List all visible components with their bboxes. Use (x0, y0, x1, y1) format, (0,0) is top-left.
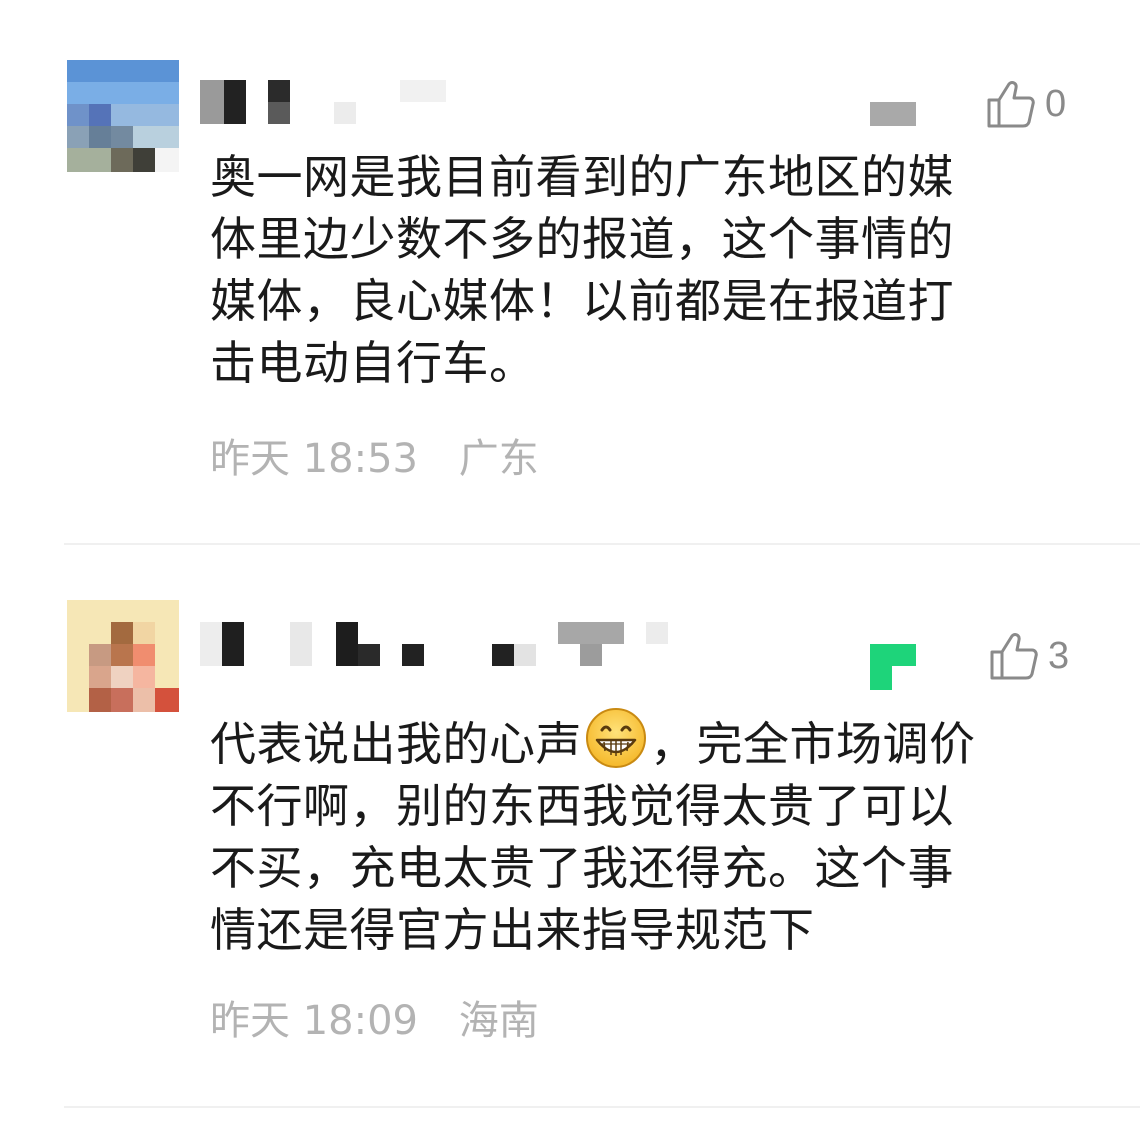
comment-line: 情还是得官方出来指导规范下 (210, 903, 815, 957)
like-count: 0 (1045, 82, 1067, 125)
comment-meta: 昨天 18:09 海南 (210, 988, 539, 1046)
avatar[interactable] (67, 600, 179, 712)
grinning-face-emoji-icon (586, 708, 646, 768)
comment-line: 体里边少数不多的报道，这个事情的 (210, 212, 954, 266)
badge-mosaic (870, 102, 916, 126)
comment-line: 代表说出我的心声 ，完全市场调价 (210, 706, 1070, 775)
comment-location: 广东 (458, 436, 539, 482)
like-button[interactable]: 0 (985, 76, 1066, 132)
divider (64, 543, 1140, 545)
comment-text-after-emoji: ，完全市场调价 (650, 717, 976, 771)
like-button[interactable]: 3 (988, 628, 1069, 684)
username-mosaic[interactable] (200, 80, 460, 140)
thumbs-up-icon (987, 81, 1035, 128)
comment-line: 不行啊，别的东西我觉得太贵了可以 (210, 779, 954, 833)
avatar[interactable] (67, 60, 179, 172)
comment-line: 击电动自行车。 (210, 336, 536, 390)
comment-text-before-emoji: 代表说出我的心声 (210, 717, 582, 771)
comment-line: 媒体，良心媒体！以前都是在报道打 (210, 274, 954, 328)
comment-location: 海南 (458, 998, 539, 1044)
divider (64, 1106, 1140, 1108)
comment-item: 3 代表说出我的心声 ，完全市场调价 不行啊，别的东西我觉得太贵了可以 不买，充… (0, 546, 1140, 1106)
comment-line: 奥一网是我目前看到的广东地区的媒 (210, 150, 954, 204)
comment-item: 0 奥一网是我目前看到的广东地区的媒 体里边少数不多的报道，这个事情的 媒体，良… (0, 0, 1140, 546)
like-count: 3 (1048, 634, 1070, 677)
comment-time: 昨天 18:53 (210, 436, 418, 482)
username-mosaic[interactable] (200, 622, 680, 682)
comment-time: 昨天 18:09 (210, 998, 418, 1044)
comment-text: 代表说出我的心声 ，完全市场调价 不行啊，别的东西我觉得太贵了可以 不买，充电太… (210, 706, 1070, 961)
badge-mosaic (870, 644, 916, 690)
comment-meta: 昨天 18:53 广东 (210, 426, 539, 484)
comment-line: 不买，充电太贵了我还得充。这个事 (210, 841, 954, 895)
thumbs-up-icon (990, 633, 1038, 680)
comment-text: 奥一网是我目前看到的广东地区的媒 体里边少数不多的报道，这个事情的 媒体，良心媒… (210, 146, 1070, 394)
